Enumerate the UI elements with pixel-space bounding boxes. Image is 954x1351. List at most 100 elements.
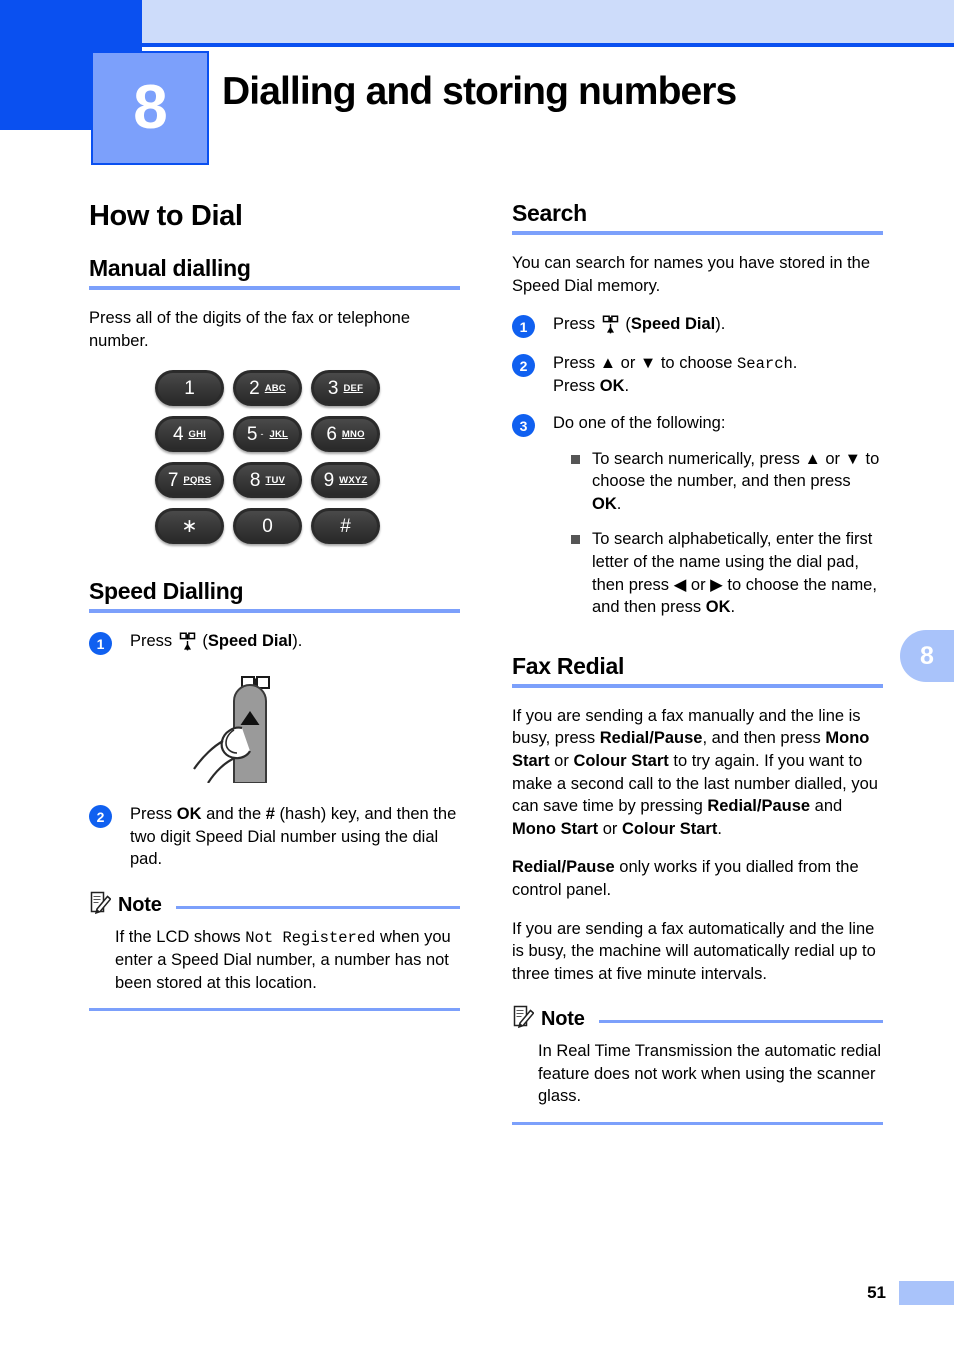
step-badge: 1 <box>89 632 112 656</box>
step-text-part: Press <box>130 805 177 824</box>
subsection-heading-search: Search <box>512 200 587 226</box>
bullet-square-icon <box>571 535 580 545</box>
step-text-pre: Press <box>553 315 600 334</box>
chapter-number: 8 <box>133 73 167 142</box>
bullet-item: To search numerically, press ▲ or ▼ to c… <box>553 448 883 516</box>
note-text-part: If the LCD shows <box>115 927 246 946</box>
dial-pad-key-digit: 8 <box>249 469 261 491</box>
dial-pad-key-#[interactable]: # <box>311 508 380 545</box>
step-text-close: ). <box>715 315 726 334</box>
note-text: In Real Time Transmission the automatic … <box>538 1042 881 1106</box>
dial-pad-key-1[interactable]: 1 <box>155 370 224 407</box>
note-block: Note If the LCD shows Not Registered whe… <box>89 891 460 1012</box>
step-badge: 1 <box>512 315 535 339</box>
subsection-heading-fax-redial: Fax Redial <box>512 652 625 679</box>
dial-pad-key-letters: DEF <box>343 382 364 394</box>
note-pencil-icon <box>512 1005 535 1034</box>
text-bold: Colour Start <box>622 819 718 838</box>
page-title: Dialling and storing numbers <box>222 70 737 113</box>
heading-rule <box>512 231 883 235</box>
step-text-part: Press ▲ or ▼ to choose <box>553 354 737 373</box>
step-text-part: and the <box>201 805 266 824</box>
bullet-text-bold: OK <box>705 598 731 617</box>
section-heading-how-to-dial: How to Dial <box>89 200 243 232</box>
lcd-code: Search <box>736 355 793 374</box>
step-text-close: ). <box>292 632 303 651</box>
note-rule <box>598 1020 883 1024</box>
speed-dial-icon <box>602 314 619 334</box>
step-text-part: . <box>792 354 798 373</box>
note-bottom-rule <box>512 1122 883 1126</box>
note-header: Note <box>512 1005 883 1034</box>
dial-pad-key-0[interactable]: 0 <box>233 508 302 545</box>
left-column: How to Dial Manual dialling Press all of… <box>89 200 460 1012</box>
note-text: If the LCD shows Not Registered when you… <box>89 926 460 994</box>
step-badge: 2 <box>512 354 535 378</box>
text-bold: Mono Start <box>512 819 599 838</box>
dial-pad-row: 4 GHI 5- JKL 6 MNO <box>155 416 385 453</box>
dial-pad-key-4[interactable]: 4 GHI <box>155 416 224 453</box>
step-lead-text: Do one of the following: <box>553 414 726 433</box>
bullet-item: To search alphabetically, enter the firs… <box>553 528 883 618</box>
dial-pad-key-3[interactable]: 3 DEF <box>311 370 380 407</box>
step-text-bold: OK <box>599 377 625 396</box>
dial-pad-key-letters: GHI <box>188 428 207 440</box>
bullet-square-icon <box>571 454 580 464</box>
dial-pad-key-∗[interactable]: ∗ <box>155 508 224 545</box>
dial-pad-key-digit: 9 <box>323 469 335 491</box>
step-text: Do one of the following: To search numer… <box>553 412 883 619</box>
manual-dialling-paragraph: Press all of the digits of the fax or te… <box>89 309 411 350</box>
subsection-heading-speed-dialling: Speed Dialling <box>89 578 244 605</box>
step-text-bold: # <box>265 805 275 824</box>
note-lcd-code: Not Registered <box>245 928 376 947</box>
text-bold: Redial/Pause <box>599 729 703 748</box>
chapter-side-tab-label: 8 <box>920 641 934 670</box>
dial-pad-key-letters: JKL <box>269 428 289 440</box>
dial-pad-key-9[interactable]: 9 WXYZ <box>311 462 380 499</box>
dial-pad-row: 1 2 ABC 3 DEF <box>155 370 385 407</box>
page-number: 51 <box>867 1283 886 1302</box>
step-text-pre: Press <box>130 632 177 651</box>
page-footer: 51 <box>0 1281 954 1309</box>
note-block: Note In Real Time Transmission the autom… <box>512 1005 883 1126</box>
step-item: 1 Press (Speed Dial). <box>512 313 883 339</box>
dial-pad-key-digit: 5 <box>246 423 258 445</box>
dial-pad-key-6[interactable]: 6 MNO <box>311 416 380 453</box>
dial-pad-row: 7 PQRS 8 TUV 9 WXYZ <box>155 462 385 499</box>
dial-pad-key-2[interactable]: 2 ABC <box>233 370 302 407</box>
step-item: 2 Press OK and the # (hash) key, and the… <box>89 803 460 871</box>
dial-pad-key-7[interactable]: 7 PQRS <box>155 462 224 499</box>
text-bold: Colour Start <box>573 751 669 770</box>
bullet-text-part: To search numerically, press ▲ or ▼ to c… <box>592 449 880 491</box>
fax-redial-paragraph-1: If you are sending a fax manually and th… <box>512 705 883 841</box>
dial-pad-key-letters: TUV <box>265 474 286 486</box>
text-part: , and then press <box>702 729 826 748</box>
step-text: Press ▲ or ▼ to choose Search. Press OK. <box>553 352 883 398</box>
speed-dial-button-press-illustration <box>89 671 460 784</box>
dial-pad-key-5[interactable]: 5- JKL <box>233 416 302 453</box>
step-item: 1 Press (Speed Dial). <box>89 630 460 656</box>
dial-pad-key-digit: 0 <box>262 515 273 537</box>
step-item: 2 Press ▲ or ▼ to choose Search. Press OK… <box>512 352 883 398</box>
chapter-side-tab: 8 <box>900 630 954 682</box>
step-text-bold: Speed Dial <box>207 632 293 651</box>
dial-pad-key-8[interactable]: 8 TUV <box>233 462 302 499</box>
dial-pad-key-digit: # <box>340 515 351 537</box>
dial-pad-key-digit: 3 <box>327 377 339 399</box>
dial-pad-key-digit: 6 <box>326 423 337 445</box>
note-title: Note <box>118 893 162 916</box>
bullet-text: To search alphabetically, enter the firs… <box>592 528 883 618</box>
search-paragraph: You can search for names you have stored… <box>512 254 871 295</box>
right-column: Search You can search for names you have… <box>512 200 883 1126</box>
note-header: Note <box>89 891 460 920</box>
step-text: Press OK and the # (hash) key, and then … <box>130 803 460 871</box>
note-pencil-icon <box>89 891 112 920</box>
step-text: Press (Speed Dial). <box>553 313 883 338</box>
step-text: Press (Speed Dial). <box>130 630 460 655</box>
text-part: or <box>598 819 623 838</box>
text-part: and <box>810 797 843 816</box>
dial-pad-key-letters: PQRS <box>183 474 212 486</box>
heading-rule <box>89 286 460 290</box>
dial-pad-key-letters: ABC <box>264 382 286 394</box>
bullet-text: To search numerically, press ▲ or ▼ to c… <box>592 448 883 516</box>
